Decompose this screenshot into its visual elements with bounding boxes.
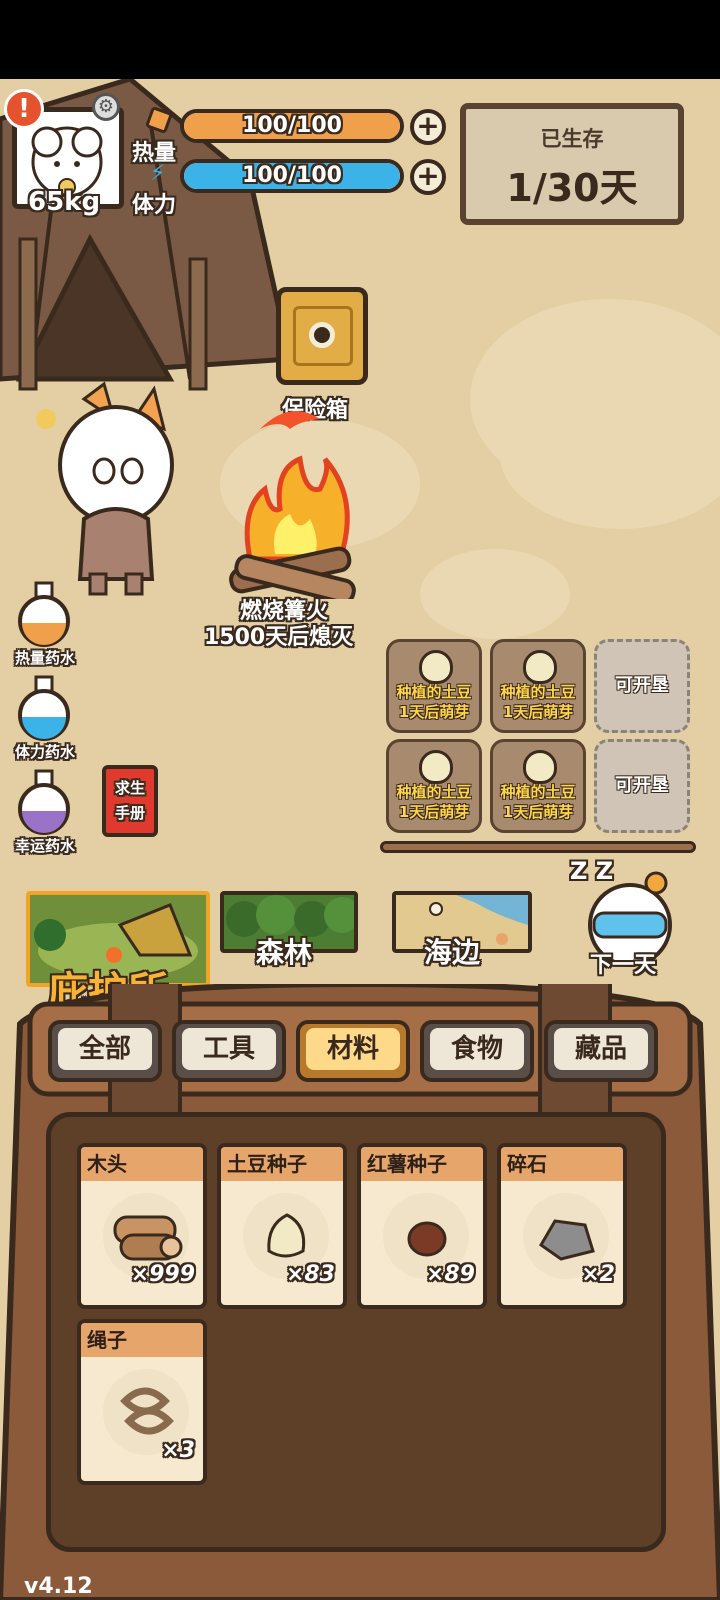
tab-label: 材料 <box>306 1028 400 1070</box>
survival-manual-button[interactable]: 求生 手册 <box>102 765 158 837</box>
blue-potion-icon[interactable] <box>14 673 74 743</box>
stamina-value: 100/100 <box>242 163 342 188</box>
next-day-label: 下一天 <box>590 953 657 978</box>
tab-label: 藏品 <box>554 1028 648 1070</box>
lightning-icon: ⚡ <box>150 161 166 186</box>
item-count: ×2 <box>581 1262 615 1287</box>
campfire-status: 1500天后熄灭 <box>204 625 354 650</box>
inventory-slot[interactable]: 绳子 ×3 <box>77 1319 207 1485</box>
manual-line1: 求生 <box>114 779 145 797</box>
cultivable-plot[interactable]: 可开垦 <box>594 639 690 733</box>
plot-timer: 1天后萌芽 <box>398 703 470 721</box>
planted-plot[interactable]: 种植的土豆 1天后萌芽 <box>490 639 586 733</box>
alert-icon[interactable]: ! <box>4 89 44 129</box>
item-count: ×83 <box>285 1262 335 1287</box>
survival-title: 已生存 <box>540 127 604 151</box>
tab-0[interactable]: 全部 <box>48 1020 162 1082</box>
item-name: 碎石 <box>501 1147 623 1181</box>
version-label: v4.12 <box>24 1574 93 1599</box>
planted-plot[interactable]: 种植的土豆 1天后萌芽 <box>490 739 586 833</box>
stamina-bar: 100/100 <box>180 159 404 193</box>
potato-seed-icon <box>523 750 557 784</box>
player-weight: 65kg <box>28 187 101 217</box>
add-calorie-button[interactable]: + <box>410 109 446 145</box>
potato-seed-icon <box>419 750 453 784</box>
plot-label: 种植的土豆 <box>396 783 472 801</box>
calorie-bar: 100/100 <box>180 109 404 143</box>
plot-timer: 1天后萌芽 <box>502 703 574 721</box>
item-name: 土豆种子 <box>221 1147 343 1181</box>
item-count: ×89 <box>425 1262 475 1287</box>
plot-label: 种植的土豆 <box>500 683 576 701</box>
potato-seed-icon <box>419 650 453 684</box>
backpack-panel: 全部 工具 材料 食物 藏品 木头 ×999 土豆种子 ×83 红薯种子 ×89 碎石 ×2 绳子 ×3 … <box>0 984 720 1600</box>
item-count: ×3 <box>161 1438 195 1463</box>
plot-timer: 1天后萌芽 <box>502 803 574 821</box>
safe-icon[interactable] <box>276 287 368 385</box>
gear-icon[interactable]: ⚙ <box>92 93 120 121</box>
plot-label: 种植的土豆 <box>500 783 576 801</box>
tab-label: 食物 <box>430 1028 524 1070</box>
plot-label: 可开垦 <box>615 675 669 696</box>
cultivable-plot[interactable]: 可开垦 <box>594 739 690 833</box>
orange-potion-icon[interactable] <box>14 579 74 649</box>
forest-label: 森林 <box>256 936 313 969</box>
potion-label: 体力药水 <box>14 743 75 761</box>
potato-seed-icon <box>523 650 557 684</box>
girl-character-icon[interactable] <box>34 379 184 599</box>
plot-label: 可开垦 <box>615 775 669 796</box>
sleep-icon: Z Z <box>570 857 614 885</box>
calorie-value: 100/100 <box>242 113 342 138</box>
ground-patch <box>420 549 570 639</box>
tab-1[interactable]: 工具 <box>172 1020 286 1082</box>
add-stamina-button[interactable]: + <box>410 159 446 195</box>
tab-3[interactable]: 食物 <box>420 1020 534 1082</box>
next-day-button[interactable]: Z Z 下一天 <box>570 857 692 979</box>
tab-label: 工具 <box>182 1028 276 1070</box>
tab-2[interactable]: 材料 <box>296 1020 410 1082</box>
planted-plot[interactable]: 种植的土豆 1天后萌芽 <box>386 739 482 833</box>
tab-label: 全部 <box>58 1028 152 1070</box>
inventory-slot[interactable]: 木头 ×999 <box>77 1143 207 1309</box>
fence <box>380 841 696 853</box>
inventory-slot[interactable]: 土豆种子 ×83 <box>217 1143 347 1309</box>
campfire-icon[interactable] <box>220 399 370 599</box>
item-name: 绳子 <box>81 1323 203 1357</box>
tab-4[interactable]: 藏品 <box>544 1020 658 1082</box>
potion-label: 幸运药水 <box>14 837 75 855</box>
item-count: ×999 <box>130 1262 195 1287</box>
survival-board: 已生存 1/30天 <box>460 103 684 225</box>
item-name: 木头 <box>81 1147 203 1181</box>
inventory-slot[interactable]: 碎石 ×2 <box>497 1143 627 1309</box>
game-scene: ! ⚙ 65kg 热量 100/100 + ⚡ 体力 100/100 + 已生存… <box>0 79 720 1600</box>
purple-potion-icon[interactable] <box>14 767 74 837</box>
item-name: 红薯种子 <box>361 1147 483 1181</box>
inventory-slot[interactable]: 红薯种子 ×89 <box>357 1143 487 1309</box>
plot-label: 种植的土豆 <box>396 683 472 701</box>
stamina-label: 体力 <box>132 193 177 218</box>
survival-days: 1/30天 <box>506 166 638 210</box>
beach-label: 海边 <box>424 936 481 969</box>
ground-patch <box>500 379 720 529</box>
plot-timer: 1天后萌芽 <box>398 803 470 821</box>
manual-line2: 手册 <box>114 804 145 822</box>
inventory-grid: 木头 ×999 土豆种子 ×83 红薯种子 ×89 碎石 ×2 绳子 ×3 <box>46 1112 666 1552</box>
potion-label: 热量药水 <box>14 649 75 667</box>
planted-plot[interactable]: 种植的土豆 1天后萌芽 <box>386 639 482 733</box>
